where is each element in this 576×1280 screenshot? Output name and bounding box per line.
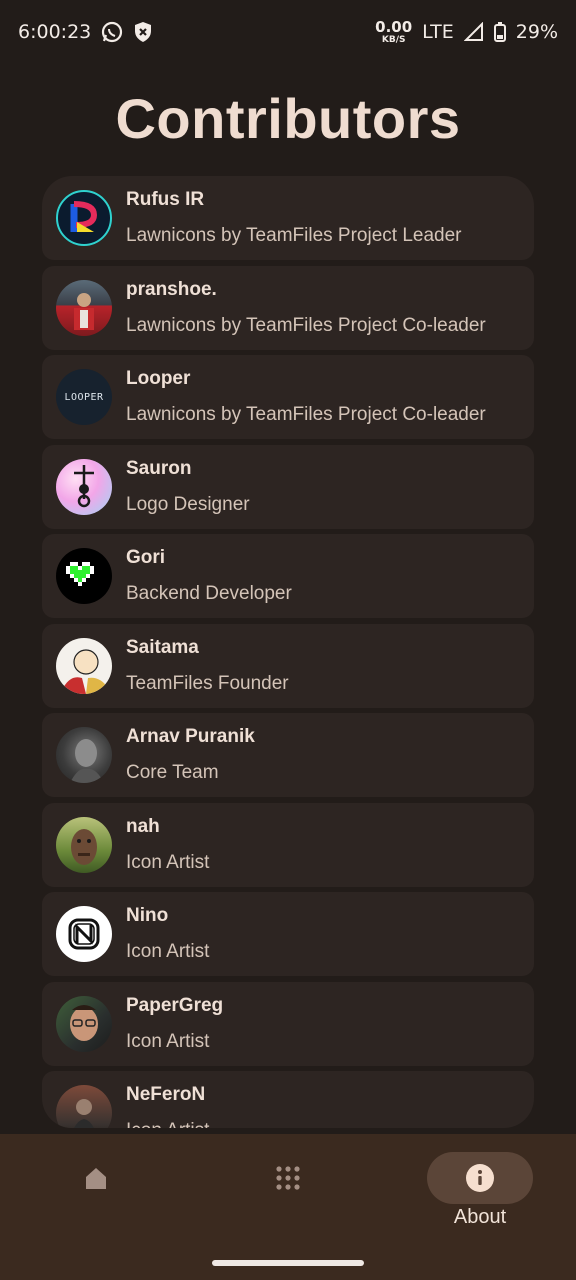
avatar bbox=[56, 637, 112, 694]
avatar bbox=[56, 816, 112, 873]
contributor-item[interactable]: Sauron Logo Designer bbox=[42, 444, 534, 529]
nav-apps-button[interactable] bbox=[235, 1152, 341, 1204]
avatar bbox=[56, 1085, 112, 1128]
contributor-name: Arnav Puranik bbox=[126, 726, 255, 747]
battery-icon bbox=[493, 22, 506, 42]
whatsapp-icon bbox=[101, 21, 123, 43]
contributor-role: Lawnicons by TeamFiles Project Co-leader bbox=[126, 404, 486, 425]
avatar bbox=[56, 458, 112, 515]
avatar bbox=[56, 727, 112, 783]
avatar bbox=[56, 548, 112, 604]
contributor-role: Backend Developer bbox=[126, 583, 292, 604]
contributor-role: Icon Artist bbox=[126, 1030, 210, 1052]
contributor-item[interactable]: Arnav Puranik Core Team bbox=[42, 713, 534, 797]
contributor-item[interactable]: Nino Icon Artist bbox=[42, 892, 534, 976]
contributor-item[interactable]: NeFeroN Icon Artist bbox=[42, 1071, 534, 1128]
contributor-item[interactable]: Rufus IR Lawnicons by TeamFiles Project … bbox=[42, 176, 534, 260]
nav-about-button[interactable] bbox=[427, 1152, 533, 1204]
contributor-role: Lawnicons by TeamFiles Project Leader bbox=[126, 225, 462, 246]
avatar: LOOPER bbox=[56, 369, 112, 425]
contributor-name: Rufus IR bbox=[126, 189, 205, 210]
status-bar: 6:00:23 0.00 KB/S LTE 29% bbox=[0, 0, 576, 64]
page-title: Contributors bbox=[115, 87, 461, 150]
signal-icon bbox=[463, 22, 484, 42]
shield-icon bbox=[133, 21, 153, 43]
contributor-item[interactable]: nah Icon Artist bbox=[42, 802, 534, 887]
contributor-item[interactable]: Gori Backend Developer bbox=[42, 534, 534, 618]
info-icon bbox=[465, 1163, 495, 1193]
status-left: 6:00:23 bbox=[18, 21, 153, 43]
contributors-list[interactable]: Rufus IR Lawnicons by TeamFiles Project … bbox=[42, 176, 534, 1128]
nav-about-label: About bbox=[453, 1206, 507, 1228]
contributor-name: PaperGreg bbox=[126, 994, 224, 1016]
contributor-name: NeFeroN bbox=[126, 1084, 206, 1105]
contributor-item[interactable]: pranshoe. Lawnicons by TeamFiles Project… bbox=[42, 265, 534, 350]
contributor-role: Core Team bbox=[126, 762, 219, 783]
avatar bbox=[56, 995, 112, 1052]
net-speed: 0.00 KB/S bbox=[375, 17, 413, 45]
contributor-name: nah bbox=[126, 815, 160, 837]
contributor-item[interactable]: Saitama TeamFiles Founder bbox=[42, 623, 534, 708]
gesture-bar[interactable] bbox=[212, 1260, 364, 1266]
home-icon bbox=[82, 1164, 110, 1192]
contributor-item[interactable]: LOOPER Looper Lawnicons by TeamFiles Pro… bbox=[42, 355, 534, 439]
avatar bbox=[56, 190, 112, 246]
battery-percent: 29% bbox=[515, 21, 558, 43]
contributor-name: pranshoe. bbox=[126, 278, 217, 300]
status-right: 0.00 KB/S LTE 29% bbox=[375, 17, 558, 45]
contributor-name: Looper bbox=[126, 368, 191, 389]
contributor-role: TeamFiles Founder bbox=[126, 672, 289, 694]
contributor-name: Nino bbox=[126, 905, 169, 926]
net-speed-value: 0.00 bbox=[375, 17, 413, 36]
contributor-name: Saitama bbox=[126, 636, 199, 658]
avatar bbox=[56, 279, 112, 336]
bottom-navigation: About bbox=[0, 1134, 576, 1280]
contributor-role: Icon Artist bbox=[126, 851, 210, 873]
contributor-role: Logo Designer bbox=[126, 493, 250, 515]
apps-grid-icon bbox=[274, 1164, 302, 1192]
avatar-logo-text: LOOPER bbox=[64, 391, 104, 403]
contributor-name: Sauron bbox=[126, 457, 192, 479]
network-type: LTE bbox=[422, 21, 454, 43]
contributor-name: Gori bbox=[126, 547, 166, 568]
avatar bbox=[56, 906, 112, 962]
contributor-item[interactable]: PaperGreg Icon Artist bbox=[42, 981, 534, 1066]
status-time: 6:00:23 bbox=[18, 21, 92, 43]
contributor-role: Icon Artist bbox=[126, 941, 210, 962]
contributor-role: Icon Artist bbox=[126, 1120, 209, 1128]
net-speed-unit: KB/S bbox=[381, 34, 406, 45]
nav-home-button[interactable] bbox=[43, 1152, 149, 1204]
contributor-role: Lawnicons by TeamFiles Project Co-leader bbox=[126, 314, 486, 336]
